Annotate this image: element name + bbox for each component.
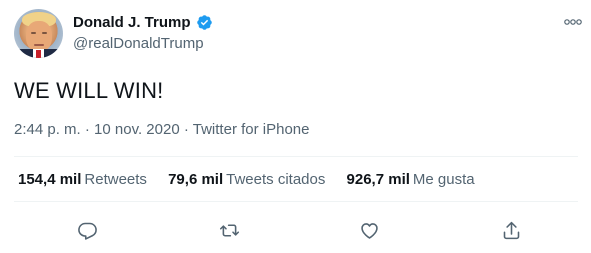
avatar-eye (42, 32, 47, 34)
likes-stat[interactable]: 926,7 mil Me gusta (347, 171, 475, 188)
quotes-stat[interactable]: 79,6 mil Tweets citados (168, 171, 325, 188)
heart-icon (360, 222, 378, 239)
more-options-icon[interactable] (562, 12, 584, 32)
tweet-stats: 154,4 mil Retweets 79,6 mil Tweets citados… (18, 171, 492, 188)
retweets-label: Retweets (84, 171, 147, 188)
retweets-stat[interactable]: 154,4 mil Retweets (18, 171, 147, 188)
retweets-count: 154,4 mil (18, 171, 82, 188)
divider (14, 156, 578, 157)
share-button[interactable] (497, 216, 525, 244)
tweet-date[interactable]: 10 nov. 2020 (94, 121, 180, 138)
avatar-face (26, 21, 52, 52)
verified-badge-icon (197, 15, 212, 30)
retweet-icon (219, 223, 239, 237)
meta-separator: · (183, 121, 189, 138)
display-name[interactable]: Donald J. Trump (73, 14, 191, 31)
avatar-eye (31, 32, 36, 34)
quotes-count: 79,6 mil (168, 171, 224, 188)
tweet-card: Donald J. Trump @realDonaldTrump WE WILL… (0, 0, 591, 253)
likes-label: Me gusta (412, 171, 475, 188)
quotes-label: Tweets citados (226, 171, 326, 188)
tweet-text: WE WILL WIN! (14, 78, 164, 103)
divider (14, 201, 578, 202)
reply-icon (77, 222, 97, 240)
meta-separator: · (84, 121, 90, 138)
tweet-time[interactable]: 2:44 p. m. (14, 121, 81, 138)
like-button[interactable] (355, 216, 383, 244)
reply-button[interactable] (73, 216, 101, 244)
tweet-meta: 2:44 p. m. · 10 nov. 2020 · Twitter for … (14, 121, 309, 138)
avatar-mouth (34, 44, 44, 46)
likes-count: 926,7 mil (346, 171, 410, 188)
user-handle[interactable]: @realDonaldTrump (73, 35, 204, 52)
tweet-actions (0, 212, 591, 246)
tweet-source[interactable]: Twitter for iPhone (193, 121, 310, 138)
avatar-tie (36, 50, 41, 58)
retweet-button[interactable] (215, 216, 243, 244)
avatar[interactable] (14, 9, 63, 58)
share-icon (503, 221, 519, 239)
